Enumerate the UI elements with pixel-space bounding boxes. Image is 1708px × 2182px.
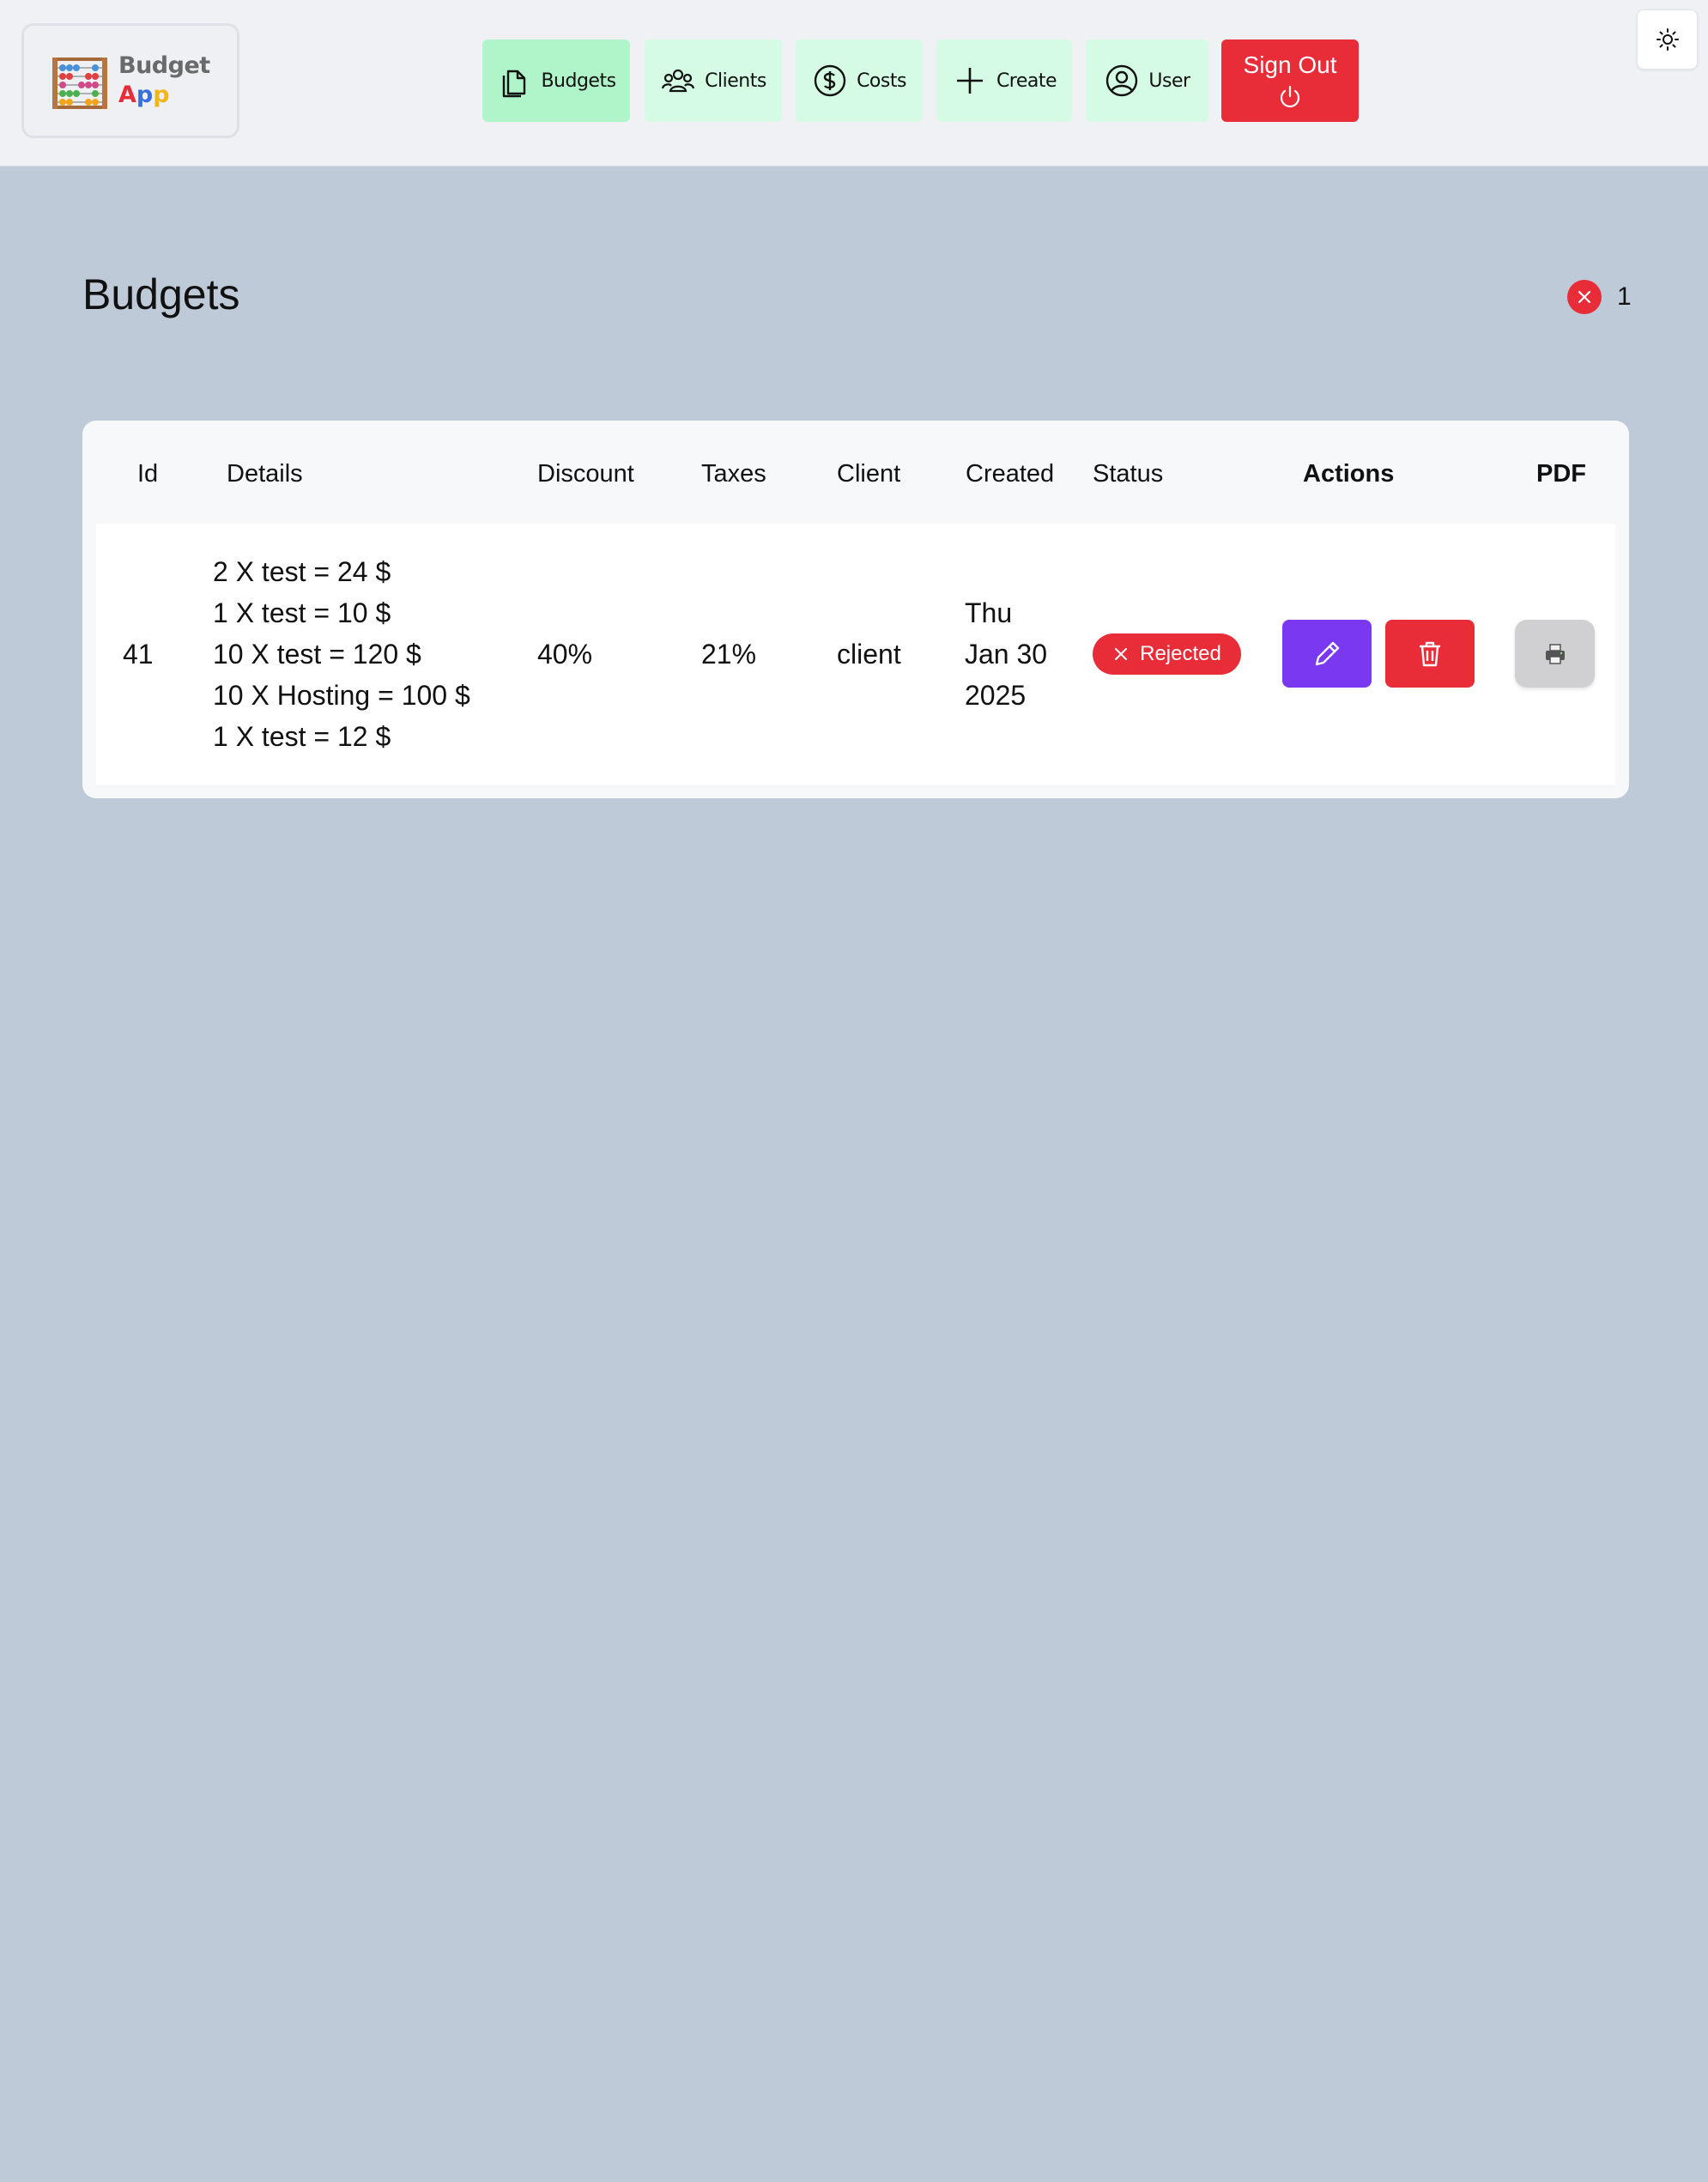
trash-icon bbox=[1420, 641, 1440, 666]
cell-taxes: 21% bbox=[701, 639, 757, 670]
nav-clients-label: Clients bbox=[705, 70, 766, 92]
rejected-count-indicator: 1 bbox=[1567, 280, 1632, 314]
logo-letter: p bbox=[153, 82, 170, 108]
delete-button[interactable] bbox=[1385, 620, 1475, 688]
user-circle-icon bbox=[1106, 64, 1138, 97]
power-icon bbox=[1280, 85, 1300, 108]
cell-discount: 40% bbox=[537, 639, 593, 670]
logo-line-2: App bbox=[118, 81, 210, 110]
column-header-id: Id bbox=[137, 460, 159, 488]
nav-create-label: Create bbox=[996, 70, 1057, 92]
column-header-taxes: Taxes bbox=[701, 460, 766, 488]
theme-toggle-button[interactable] bbox=[1637, 9, 1698, 70]
status-badge: Rejected bbox=[1093, 633, 1241, 675]
created-weekday: Thu bbox=[965, 597, 1013, 628]
abacus-icon bbox=[52, 58, 107, 109]
nav-costs-label: Costs bbox=[857, 70, 906, 92]
sun-icon bbox=[1656, 28, 1679, 51]
top-header: Budget App Budgets Clients Costs Create … bbox=[0, 0, 1708, 167]
sign-out-label: Sign Out bbox=[1243, 52, 1337, 78]
sign-out-button[interactable]: Sign Out bbox=[1221, 39, 1359, 122]
detail-line: 10 X Hosting = 100 $ bbox=[213, 680, 470, 711]
rejected-count: 1 bbox=[1617, 282, 1632, 311]
column-header-created: Created bbox=[966, 460, 1055, 488]
column-header-client: Client bbox=[837, 460, 901, 488]
page-title: Budgets bbox=[82, 270, 240, 318]
logo-line-1: Budget bbox=[118, 52, 210, 79]
detail-line: 1 X test = 12 $ bbox=[213, 721, 391, 752]
cell-client: client bbox=[837, 639, 901, 670]
edit-button[interactable] bbox=[1282, 620, 1372, 688]
nav-budgets-button[interactable]: Budgets bbox=[482, 39, 630, 122]
plus-icon bbox=[956, 68, 983, 94]
cell-id: 41 bbox=[123, 639, 154, 670]
users-icon bbox=[662, 69, 695, 93]
dollar-icon bbox=[814, 64, 846, 97]
nav-user-label: User bbox=[1148, 70, 1190, 92]
column-header-pdf: PDF bbox=[1536, 460, 1586, 488]
detail-line: 10 X test = 120 $ bbox=[213, 639, 421, 670]
column-header-discount: Discount bbox=[537, 460, 634, 488]
nav-costs-button[interactable]: Costs bbox=[796, 39, 923, 122]
detail-line: 2 X test = 24 $ bbox=[213, 556, 391, 587]
logo-letter: A bbox=[118, 82, 136, 108]
cell-created: Thu Jan 30 2025 bbox=[965, 592, 1047, 716]
nav-budgets-label: Budgets bbox=[541, 70, 616, 92]
print-pdf-button[interactable] bbox=[1515, 620, 1595, 688]
detail-line: 1 X test = 10 $ bbox=[213, 597, 391, 628]
documents-icon bbox=[503, 70, 526, 98]
cell-details: 2 X test = 24 $ 1 X test = 10 $ 10 X tes… bbox=[213, 551, 470, 757]
logo-text: Budget App bbox=[118, 52, 210, 110]
column-header-actions: Actions bbox=[1303, 460, 1395, 488]
created-date: Jan 30 bbox=[965, 639, 1048, 670]
nav-create-button[interactable]: Create bbox=[936, 39, 1072, 122]
column-header-details: Details bbox=[227, 460, 303, 488]
column-header-status: Status bbox=[1093, 460, 1164, 488]
created-year: 2025 bbox=[965, 680, 1027, 711]
nav-user-button[interactable]: User bbox=[1086, 39, 1208, 122]
close-icon bbox=[1115, 648, 1128, 660]
nav-clients-button[interactable]: Clients bbox=[645, 39, 782, 122]
status-label: Rejected bbox=[1140, 642, 1221, 665]
logo-letter: p bbox=[136, 82, 154, 108]
rejected-x-icon bbox=[1567, 280, 1602, 314]
app-logo[interactable]: Budget App bbox=[21, 23, 239, 138]
printer-icon bbox=[1545, 643, 1565, 664]
pencil-icon bbox=[1315, 641, 1340, 665]
